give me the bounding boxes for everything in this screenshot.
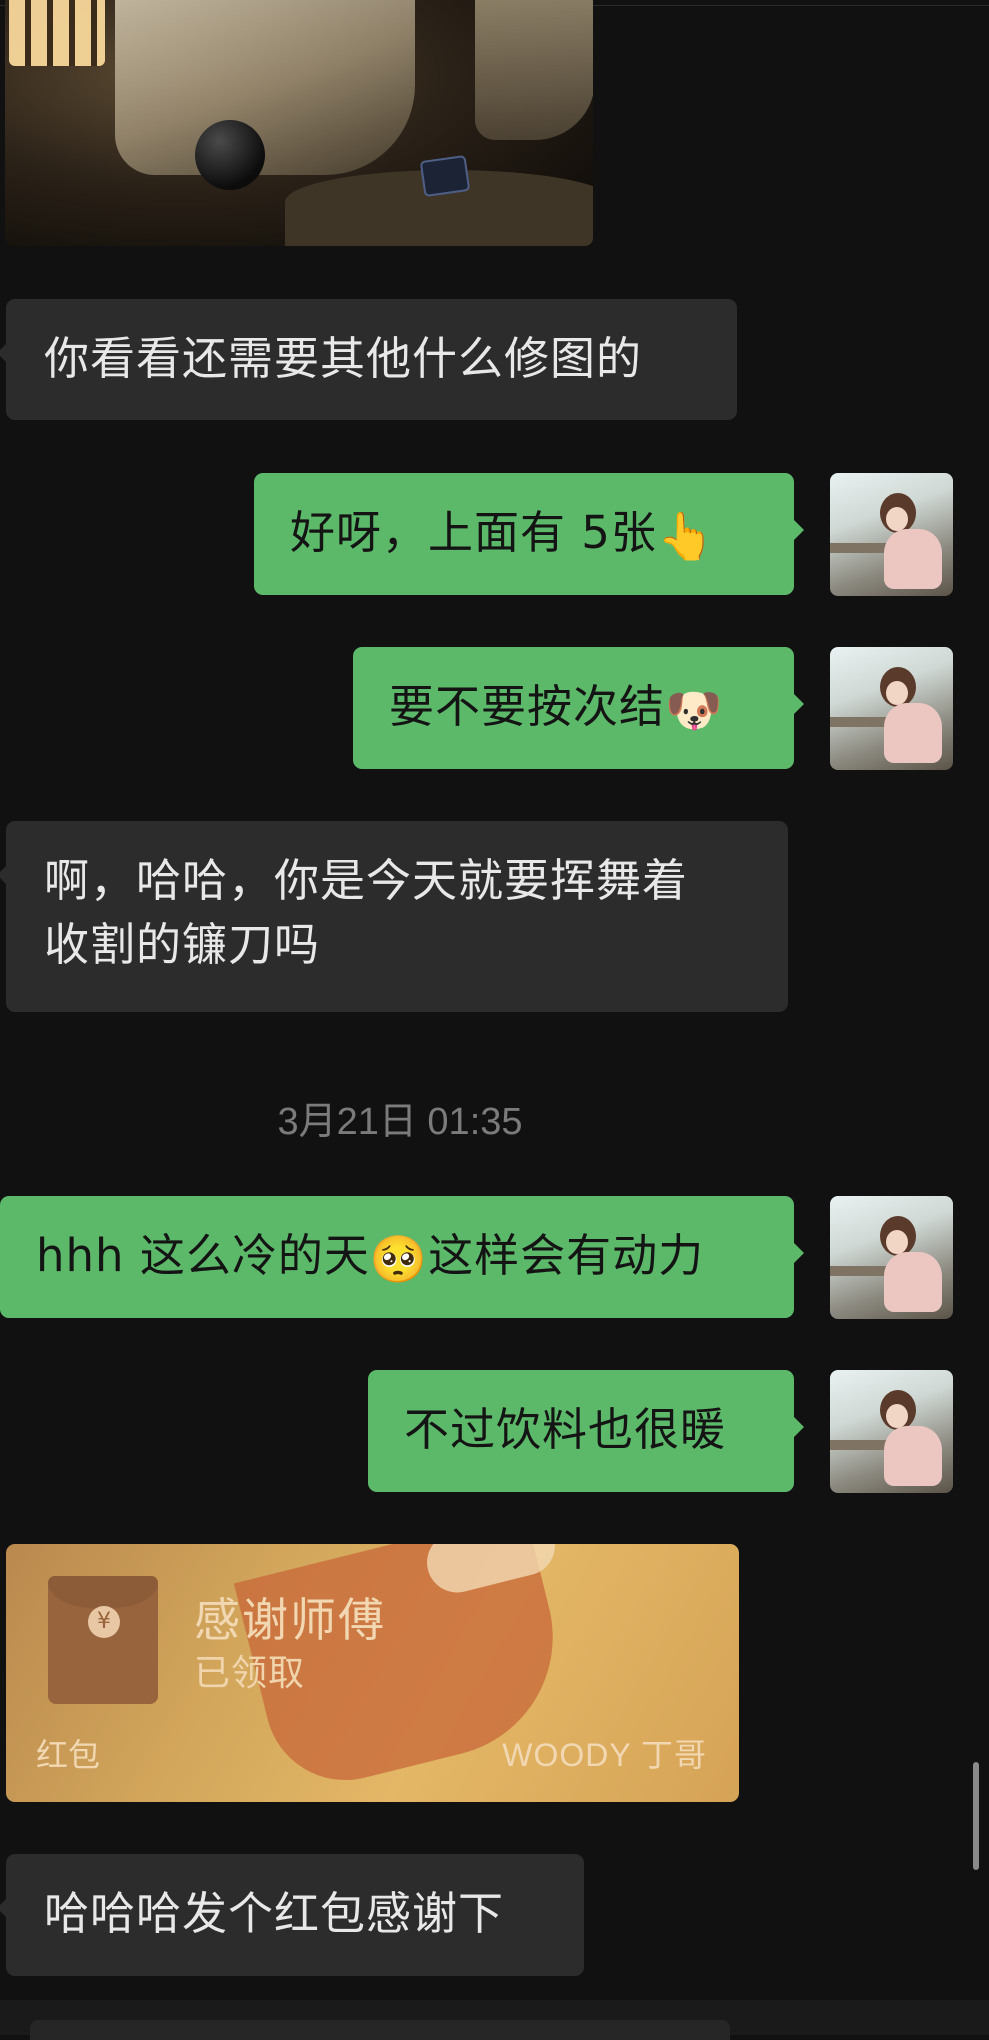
- chat-timestamp: 3月21日 01:35: [277, 1101, 523, 1143]
- red-packet-card[interactable]: ¥ 感谢师傅 已领取 红包 WOODY 丁哥: [6, 1544, 739, 1802]
- doge-emoji: 🐶: [665, 683, 724, 737]
- message-incoming[interactable]: 哈哈哈发个红包感谢下: [0, 1854, 584, 1976]
- message-text: 要不要按次结: [389, 680, 666, 733]
- bottom-bar: [0, 2000, 989, 2040]
- red-envelope-icon: ¥: [48, 1576, 158, 1704]
- user-avatar[interactable]: [830, 1370, 953, 1493]
- message-text-line: 收割的镰刀吗: [44, 918, 321, 971]
- pointing-up-emoji: 👆: [656, 509, 716, 563]
- avatar-body: [884, 1426, 942, 1486]
- user-avatar[interactable]: [830, 1196, 953, 1319]
- avatar-face: [886, 1230, 908, 1254]
- message-outgoing[interactable]: 不过饮料也很暖: [368, 1370, 804, 1492]
- message-input-area[interactable]: [30, 2020, 730, 2040]
- photo-ball: [195, 120, 265, 190]
- lantern-decoration: [9, 0, 105, 66]
- message-outgoing[interactable]: hhh 这么冷的天🥺这样会有动力: [0, 1196, 804, 1318]
- envelope-flap: [48, 1576, 158, 1608]
- photo-phone: [419, 154, 471, 198]
- avatar-face: [886, 681, 908, 705]
- red-packet-status: 已领取: [194, 1653, 306, 1694]
- avatar-body: [884, 529, 942, 589]
- user-avatar[interactable]: [830, 473, 953, 596]
- message-incoming[interactable]: 你看看还需要其他什么修图的: [0, 299, 737, 420]
- avatar-body: [884, 1252, 942, 1312]
- message-text: 哈哈哈发个红包感谢下: [44, 1887, 505, 1940]
- message-text: hhh 这么冷的天: [36, 1229, 370, 1282]
- red-packet-title: 感谢师傅: [194, 1593, 386, 1647]
- photo-person: [115, 0, 415, 175]
- avatar-face: [886, 507, 908, 531]
- message-text: 你看看还需要其他什么修图的: [44, 332, 643, 385]
- pleading-face-emoji: 🥺: [369, 1232, 429, 1286]
- avatar-body: [884, 703, 942, 763]
- message-text: 不过饮料也很暖: [404, 1403, 727, 1456]
- avatar-face: [886, 1404, 908, 1428]
- message-text: 好呀，上面有 5张: [290, 506, 657, 559]
- message-incoming[interactable]: 啊，哈哈，你是今天就要挥舞着 收割的镰刀吗: [0, 821, 788, 1012]
- red-packet-sender: WOODY 丁哥: [502, 1737, 707, 1773]
- scrollbar-thumb[interactable]: [973, 1762, 979, 1870]
- message-outgoing[interactable]: 好呀，上面有 5张👆: [254, 473, 804, 595]
- photo-person-secondary: [475, 0, 593, 140]
- coin-icon: ¥: [88, 1606, 120, 1638]
- user-avatar[interactable]: [830, 647, 953, 770]
- message-outgoing[interactable]: 要不要按次结🐶: [353, 647, 804, 769]
- message-text-line: 啊，哈哈，你是今天就要挥舞着: [44, 854, 689, 907]
- message-text: 这样会有动力: [428, 1229, 705, 1282]
- photo-message[interactable]: [5, 0, 593, 246]
- red-packet-label: 红包: [36, 1736, 101, 1774]
